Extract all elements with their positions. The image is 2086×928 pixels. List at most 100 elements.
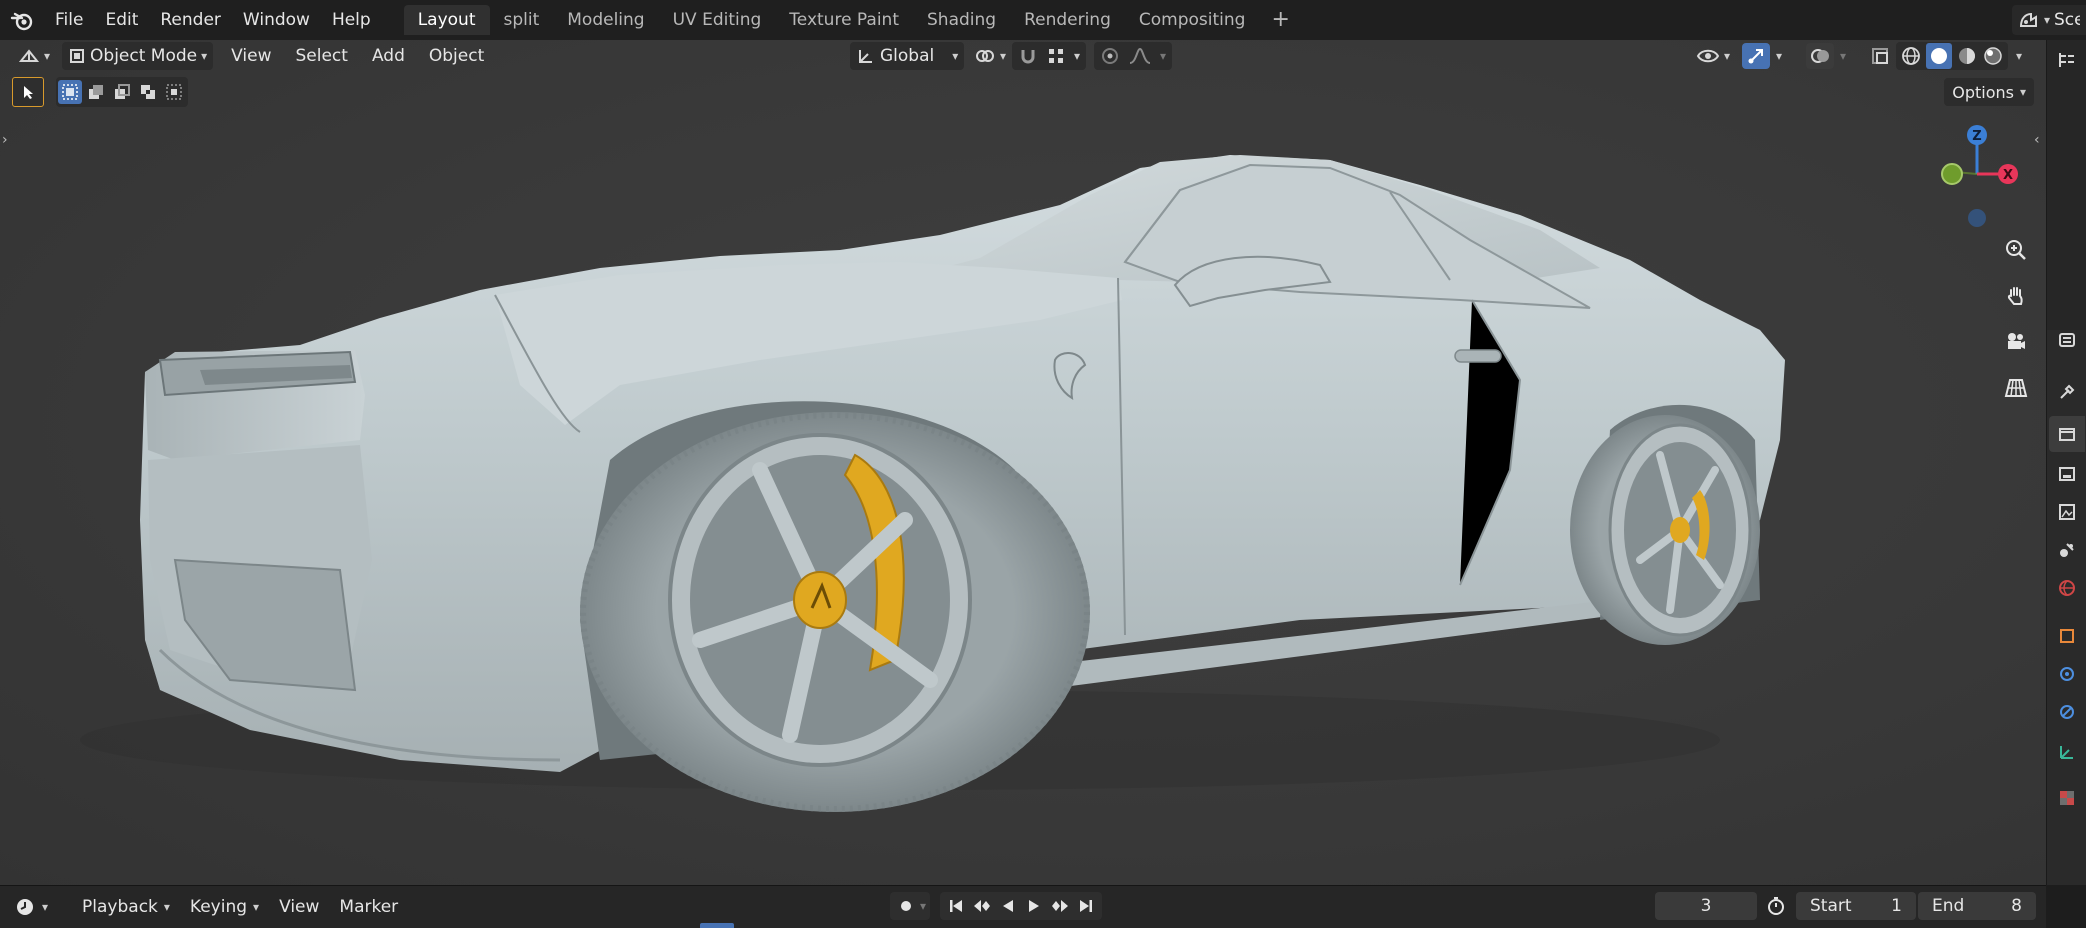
shading-options-dropdown[interactable]: ▾ [2016, 49, 2022, 63]
output-tab-icon[interactable] [2055, 462, 2079, 486]
world-tab-icon[interactable] [2055, 576, 2079, 600]
zoom-icon[interactable] [1998, 232, 2034, 268]
shading-mode-group[interactable] [1896, 42, 2008, 70]
gizmo-y-axis[interactable] [1941, 163, 1963, 185]
timeline-editor-type-button[interactable]: ▾ [0, 896, 58, 918]
chevron-down-icon[interactable]: ▾ [920, 899, 926, 913]
current-frame-value: 3 [1700, 896, 1712, 916]
falloff-icon[interactable] [1128, 46, 1152, 66]
menu-view[interactable]: View [219, 40, 283, 76]
snap-magnet-icon[interactable] [1018, 46, 1038, 66]
render-tab-icon[interactable] [2055, 422, 2079, 446]
outliner-icon[interactable] [2055, 48, 2079, 72]
options-dropdown[interactable]: Options ▾ [1944, 78, 2034, 106]
pan-hand-icon[interactable] [1998, 278, 2034, 314]
end-frame-field[interactable]: End 8 [1918, 892, 2036, 920]
menu-view[interactable]: View [269, 897, 329, 917]
snap-increment-icon[interactable] [1046, 46, 1066, 66]
proportional-edit-group[interactable]: ▾ [1094, 42, 1173, 70]
jump-to-end-icon[interactable] [1074, 892, 1098, 920]
jump-to-keyframe-prev-icon[interactable] [970, 892, 994, 920]
modifiers-tab-icon[interactable] [2055, 662, 2079, 686]
select-tool-button[interactable] [12, 77, 44, 107]
select-difference-mode[interactable] [136, 80, 160, 104]
editor-type-button[interactable]: ▾ [12, 42, 56, 70]
menu-render[interactable]: Render [149, 0, 232, 40]
select-subtract-mode[interactable] [110, 80, 134, 104]
pivot-point-dropdown[interactable]: ▾ [968, 42, 1012, 70]
tab-modeling[interactable]: Modeling [553, 5, 658, 35]
proportional-edit-icon[interactable] [1100, 46, 1120, 66]
scene-button[interactable]: ▾ Sce [2011, 5, 2086, 35]
view-layer-tab-icon[interactable] [2055, 500, 2079, 524]
menu-object[interactable]: Object [417, 40, 496, 76]
chevron-down-icon: ▾ [201, 49, 208, 63]
tab-compositing[interactable]: Compositing [1125, 5, 1260, 35]
3d-viewport[interactable]: ▾ Object Mode ▾ View Select Add Object G… [0, 40, 2046, 885]
properties-editor-icon[interactable] [2055, 328, 2079, 352]
orientation-icon [859, 50, 872, 63]
select-extend-mode[interactable] [84, 80, 108, 104]
object-tab-icon[interactable] [2055, 624, 2079, 648]
gizmo-neg-z-axis[interactable] [1968, 209, 1986, 227]
physics-tab-icon[interactable] [2055, 700, 2079, 724]
wireframe-shading-icon[interactable] [1900, 45, 1922, 67]
car-model[interactable] [0, 40, 2046, 885]
timeline-scroll-indicator[interactable] [700, 923, 734, 928]
select-new-mode[interactable] [58, 80, 82, 104]
select-intersect-mode[interactable] [162, 80, 186, 104]
camera-view-icon[interactable] [1998, 324, 2034, 360]
start-frame-label: Start [1810, 896, 1852, 916]
toolbar-expand-arrow[interactable]: › [2, 132, 8, 148]
menu-window[interactable]: Window [232, 0, 321, 40]
tab-layout[interactable]: Layout [403, 5, 490, 35]
menu-add[interactable]: Add [360, 40, 417, 76]
scene-selector[interactable]: ▾ Sce [2011, 0, 2086, 40]
scene-name[interactable]: Sce [2054, 10, 2080, 30]
mode-dropdown[interactable]: Object Mode ▾ [62, 42, 214, 70]
play-icon[interactable] [1022, 892, 1046, 920]
solid-shading-button[interactable] [1926, 43, 1952, 69]
playback-menu[interactable]: Playback ▾ [72, 897, 180, 917]
tab-texture-paint[interactable]: Texture Paint [775, 5, 913, 35]
tab-rendering[interactable]: Rendering [1010, 5, 1125, 35]
tab-uv-editing[interactable]: UV Editing [659, 5, 776, 35]
overlays-toggle[interactable] [1806, 43, 1834, 69]
perspective-grid-icon[interactable] [1998, 370, 2034, 406]
sidebar-expand-arrow[interactable]: ‹ [2034, 132, 2040, 148]
gizmo-toggle[interactable] [1742, 43, 1770, 69]
tab-shading[interactable]: Shading [913, 5, 1010, 35]
current-frame-field[interactable]: 3 [1655, 892, 1757, 920]
menu-edit[interactable]: Edit [94, 0, 149, 40]
tab-split[interactable]: split [490, 5, 554, 35]
auto-keying-record-icon[interactable] [894, 892, 918, 920]
material-preview-icon[interactable] [1956, 45, 1978, 67]
jump-to-keyframe-next-icon[interactable] [1048, 892, 1072, 920]
play-reverse-icon[interactable] [996, 892, 1020, 920]
timeline-bar: ▾ Playback ▾ Keying ▾ View Marker ▾ 3 St… [0, 885, 2046, 928]
chevron-down-icon: ▾ [1160, 49, 1167, 63]
menu-marker[interactable]: Marker [329, 897, 408, 917]
constraints-tab-icon[interactable] [2055, 740, 2079, 764]
jump-to-start-icon[interactable] [944, 892, 968, 920]
gizmo-toggle-group[interactable]: ▾ [1736, 42, 1788, 70]
snap-group[interactable]: ▾ [1012, 42, 1087, 70]
xray-toggle[interactable] [1864, 42, 1896, 70]
object-visibility-dropdown[interactable]: ▾ [1690, 42, 1736, 70]
menu-help[interactable]: Help [321, 0, 382, 40]
rendered-shading-icon[interactable] [1982, 45, 2004, 67]
start-frame-value: 1 [1891, 896, 1902, 916]
preview-range-stopwatch-icon[interactable] [1764, 892, 1788, 920]
keying-menu[interactable]: Keying ▾ [180, 897, 269, 917]
navigation-gizmo[interactable]: Z X [1920, 120, 2030, 240]
add-workspace-button[interactable]: + [1259, 5, 1301, 35]
tool-settings-tab-icon[interactable] [2055, 380, 2079, 404]
start-frame-field[interactable]: Start 1 [1796, 892, 1916, 920]
menu-select[interactable]: Select [284, 40, 360, 76]
orientation-dropdown[interactable]: Global ▾ [850, 42, 965, 70]
menu-file[interactable]: File [44, 0, 94, 40]
blender-logo-icon[interactable] [0, 0, 44, 40]
texture-tab-icon[interactable] [2055, 786, 2079, 810]
scene-tab-icon[interactable] [2055, 538, 2079, 562]
overlays-group[interactable]: ▾ [1800, 42, 1852, 70]
